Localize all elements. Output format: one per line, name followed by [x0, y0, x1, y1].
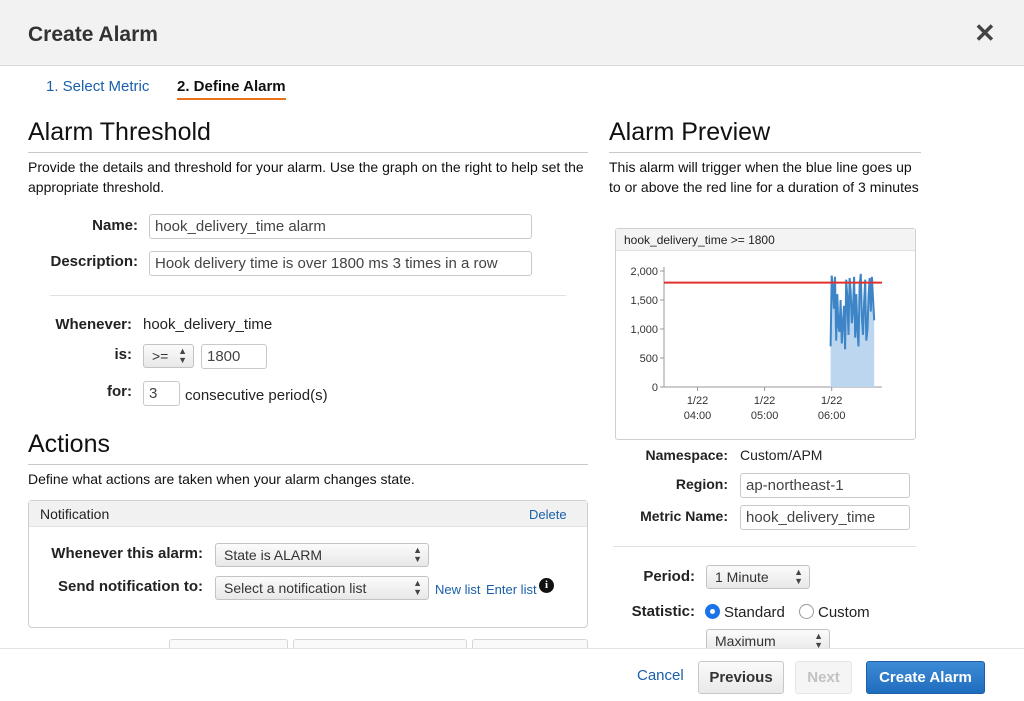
statistic-value: Maximum [715, 633, 776, 649]
cancel-link[interactable]: Cancel [637, 667, 684, 684]
name-input[interactable]: hook_delivery_time alarm [149, 214, 532, 239]
for-label: for: [107, 383, 132, 400]
notification-title: Notification [40, 506, 110, 522]
statistic-label: Statistic: [631, 603, 695, 620]
chart-canvas: 2,000 1,500 1,000 500 0 1/22 04:00 1/22 05:00 1/2… [630, 266, 882, 422]
send-notification-label: Send notification to: [58, 578, 203, 595]
threshold-input[interactable]: 1800 [201, 344, 267, 369]
step-select-metric[interactable]: 1. Select Metric [46, 78, 149, 95]
actions-description: Define what actions are taken when your … [28, 471, 415, 487]
statistic-custom-radio[interactable] [799, 604, 814, 619]
metric-name-label: Metric Name: [640, 508, 728, 524]
region-input[interactable]: ap-northeast-1 [740, 473, 910, 498]
periods-input[interactable]: 3 [143, 381, 180, 406]
period-label: Period: [643, 568, 695, 585]
preview-chart: hook_delivery_time >= 1800 2,000 1,500 1,0… [615, 228, 916, 440]
delete-link[interactable]: Delete [529, 507, 567, 522]
chart-y-tick-label: 500 [640, 353, 658, 365]
statistic-standard-label[interactable]: Standard [724, 604, 785, 621]
section-divider [28, 152, 588, 153]
new-list-link[interactable]: New list [435, 582, 481, 597]
operator-select[interactable]: >= ▲ ▼ [143, 344, 194, 368]
select-arrows-icon: ▲ ▼ [413, 578, 422, 597]
region-label: Region: [675, 476, 728, 492]
threshold-description: Provide the details and threshold for yo… [28, 159, 584, 195]
whenever-label: Whenever: [55, 316, 132, 333]
step-define-alarm[interactable]: 2. Define Alarm [177, 78, 286, 100]
alarm-preview-heading: Alarm Preview [609, 118, 771, 146]
enter-list-link[interactable]: Enter list [486, 582, 537, 597]
chart-y-tick-label: 0 [652, 382, 658, 394]
create-alarm-button[interactable]: Create Alarm [866, 661, 985, 694]
alarm-state-select[interactable]: State is ALARM ▲ ▼ [215, 543, 429, 567]
actions-heading: Actions [28, 430, 110, 458]
statistic-standard-radio[interactable] [705, 604, 720, 619]
period-value: 1 Minute [715, 569, 769, 585]
notification-list-select[interactable]: Select a notification list ▲ ▼ [215, 576, 429, 600]
metric-name-input[interactable]: hook_delivery_time [740, 505, 910, 530]
name-label: Name: [92, 217, 138, 234]
chart-y-tick-label: 1,000 [630, 324, 658, 336]
preview-divider [613, 546, 916, 547]
section-divider [28, 464, 588, 465]
statistic-custom-label[interactable]: Custom [818, 604, 870, 621]
period-select[interactable]: 1 Minute ▲ ▼ [706, 565, 810, 589]
chart-x-tick-label: 1/22 [687, 395, 708, 407]
chart-x-tick-label: 05:00 [751, 410, 779, 422]
chart-x-tick-label: 06:00 [818, 410, 846, 422]
previous-button[interactable]: Previous [698, 661, 784, 694]
form-divider [50, 295, 566, 296]
alarm-threshold-heading: Alarm Threshold [28, 118, 211, 146]
is-label: is: [114, 346, 132, 363]
chart-x-tick-label: 1/22 [821, 395, 842, 407]
next-button[interactable]: Next [795, 661, 852, 694]
notification-panel: Notification Delete Whenever this alarm:… [28, 500, 588, 628]
chart-y-tick-label: 1,500 [630, 295, 658, 307]
namespace-label: Namespace: [645, 447, 729, 463]
info-icon[interactable]: i [539, 578, 554, 593]
chart-y-tick-label: 2,000 [630, 266, 658, 278]
select-arrows-icon: ▲ ▼ [178, 346, 187, 365]
chart-x-tick-label: 1/22 [754, 395, 775, 407]
metric-name-text: hook_delivery_time [143, 316, 273, 333]
dialog-title: Create Alarm [28, 23, 158, 46]
dialog-footer: Cancel Previous Next Create Alarm [0, 648, 1024, 701]
operator-value: >= [152, 348, 169, 364]
select-arrows-icon: ▲ ▼ [794, 567, 803, 586]
alarm-state-value: State is ALARM [224, 547, 323, 563]
select-arrows-icon: ▲ ▼ [413, 545, 422, 564]
close-icon[interactable]: ✕ [974, 20, 996, 46]
periods-suffix: consecutive period(s) [185, 387, 328, 404]
namespace-value: Custom/APM [740, 447, 823, 463]
notification-header: Notification Delete [29, 501, 587, 527]
whenever-alarm-label: Whenever this alarm: [51, 545, 203, 562]
section-divider [609, 152, 921, 153]
chart-title: hook_delivery_time >= 1800 [616, 229, 915, 251]
notification-list-placeholder: Select a notification list [224, 580, 367, 596]
dialog-header: Create Alarm ✕ [0, 0, 1024, 66]
chart-x-tick-label: 04:00 [684, 410, 712, 422]
description-input[interactable]: Hook delivery time is over 1800 ms 3 tim… [149, 251, 532, 276]
description-label: Description: [50, 253, 138, 270]
preview-description: This alarm will trigger when the blue li… [609, 159, 919, 195]
